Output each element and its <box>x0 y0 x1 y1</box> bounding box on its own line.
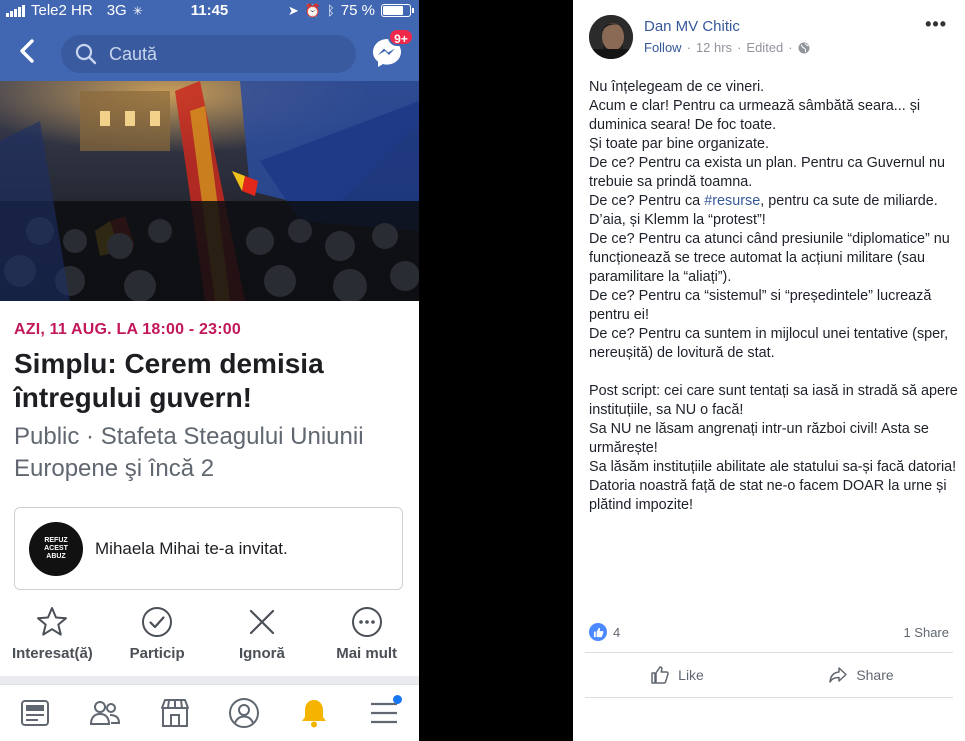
author-photo <box>589 15 633 59</box>
post-line: Sa NU ne lăsam angrenați intr-un război … <box>589 421 933 456</box>
like-reaction-icon <box>589 623 607 641</box>
more-label: Mai mult <box>336 645 398 662</box>
search-input[interactable]: Caută <box>61 35 356 73</box>
invitation-text: Mihaela Mihai te-a invitat. <box>95 538 288 558</box>
close-icon <box>249 609 274 635</box>
thumbs-up-icon <box>651 666 669 684</box>
like-count: 4 <box>613 624 621 640</box>
post-options-button[interactable]: ••• <box>925 14 947 35</box>
post-line: Datoria noastră față de stat ne-o facem … <box>589 478 951 513</box>
globe-icon <box>798 42 810 53</box>
reaction-summary[interactable]: 4 <box>589 623 620 641</box>
share-label: Share <box>856 667 894 683</box>
battery-icon <box>381 4 414 17</box>
meta-separator: · <box>737 40 742 55</box>
interested-button[interactable]: Interesat(ă) <box>0 605 105 665</box>
post-meta: Follow · 12 hrs · Edited · <box>644 40 810 55</box>
divider <box>585 697 953 698</box>
share-arrow-icon <box>829 667 848 683</box>
screenshot-composite: Tele2 HR 3G ✳ 11:45 ➤ ⏰ ᛒ 75 % Caută 9+ … <box>0 0 965 741</box>
event-date: AZI, 11 AUG. LA 18:00 - 23:00 <box>14 321 241 338</box>
profile-icon <box>229 698 260 728</box>
top-navigation-bar: Caută 9+ <box>0 22 419 81</box>
author-avatar[interactable] <box>589 15 633 59</box>
news-feed-icon <box>20 700 49 726</box>
invitation-card[interactable]: REFUZ ACEST ABUZ Mihaela Mihai te-a invi… <box>14 507 403 590</box>
like-button[interactable]: Like <box>585 653 769 697</box>
author-name[interactable]: Dan MV Chitic <box>644 18 740 35</box>
back-button[interactable] <box>14 37 42 65</box>
ignore-button[interactable]: Ignoră <box>210 605 315 665</box>
follow-link[interactable]: Follow <box>644 40 682 55</box>
going-label: Particip <box>129 645 185 662</box>
post-line: De ce? Pentru ca atunci când presiunile … <box>589 231 954 285</box>
tab-news-feed[interactable] <box>15 693 55 733</box>
bottom-tab-bar <box>0 684 419 741</box>
tab-marketplace[interactable] <box>155 693 195 733</box>
more-dots-icon: ••• <box>925 14 947 34</box>
post-blank-line <box>589 363 959 382</box>
post-time[interactable]: 12 hrs <box>696 40 732 55</box>
post-line: Sa lăsăm instituțiile abilitate ale stat… <box>589 459 957 475</box>
notifications-bell-icon <box>302 700 327 728</box>
tab-menu[interactable] <box>364 693 404 733</box>
protest-crowd-image <box>0 81 419 301</box>
battery-percent: 75 % <box>340 2 375 19</box>
star-icon <box>37 607 68 636</box>
ignore-label: Ignoră <box>238 645 285 662</box>
interested-label: Interesat(ă) <box>11 645 93 662</box>
search-placeholder: Caută <box>109 43 158 64</box>
mobile-event-screen: Tele2 HR 3G ✳ 11:45 ➤ ⏰ ᛒ 75 % Caută 9+ … <box>0 0 419 741</box>
chevron-left-icon <box>20 39 34 63</box>
more-circle-icon <box>351 607 382 637</box>
more-button[interactable]: Mai mult <box>314 605 419 665</box>
inviter-avatar: REFUZ ACEST ABUZ <box>29 521 83 576</box>
bluetooth-icon: ᛒ <box>326 3 335 18</box>
location-arrow-icon: ➤ <box>287 2 299 18</box>
post-line: Post script: cei care sunt tentați sa ia… <box>589 383 962 418</box>
like-label: Like <box>678 667 704 683</box>
event-hosts[interactable]: Public · Stafeta Steagului Uniunii Europ… <box>14 421 405 485</box>
event-action-row: Interesat(ă) Particip Ignoră Mai mult <box>0 605 419 665</box>
messenger-badge: 9+ <box>388 28 414 46</box>
post-line: Și toate par bine organizate. <box>589 136 770 152</box>
search-icon <box>75 43 97 65</box>
inviter-avatar-text: REFUZ ACEST ABUZ <box>44 536 68 560</box>
post-line: De ce? Pentru ca exista un plan. Pentru … <box>589 155 949 190</box>
post-line: De ce? Pentru ca #resurse, pentru ca sut… <box>589 192 959 230</box>
post-action-bar: Like Share <box>585 653 953 697</box>
meta-separator: · <box>686 40 691 55</box>
edited-label[interactable]: Edited <box>746 40 783 55</box>
event-title: Simplu: Cerem demisia întregului guvern! <box>14 348 324 413</box>
tab-friends[interactable] <box>85 693 125 733</box>
post-line: De ce? Pentru ca suntem in mijlocul unei… <box>589 326 953 361</box>
event-cover-photo[interactable] <box>0 81 419 301</box>
friends-icon <box>89 701 120 725</box>
hashtag-link[interactable]: #resurse <box>704 193 760 209</box>
facebook-post: Dan MV Chitic Follow · 12 hrs · Edited ·… <box>573 0 965 741</box>
event-details: AZI, 11 AUG. LA 18:00 - 23:00 Simplu: Ce… <box>0 301 419 485</box>
check-circle-icon <box>142 607 173 637</box>
post-text: Nu înțelegeam de ce vineri. Acum e clar!… <box>589 78 959 515</box>
going-button[interactable]: Particip <box>105 605 210 665</box>
section-divider <box>0 676 419 684</box>
menu-notification-dot <box>393 695 403 704</box>
share-count[interactable]: 1 Share <box>903 625 949 640</box>
post-line: Acum e clar! Pentru ca urmează sâmbătă s… <box>589 98 925 133</box>
tab-profile[interactable] <box>224 693 264 733</box>
alarm-icon: ⏰ <box>304 2 321 18</box>
status-bar: Tele2 HR 3G ✳ 11:45 ➤ ⏰ ᛒ 75 % <box>0 0 419 22</box>
post-line: De ce? Pentru ca “sistemul” si “președin… <box>589 288 936 323</box>
post-line-part: De ce? Pentru ca <box>589 193 705 209</box>
share-button[interactable]: Share <box>769 653 953 697</box>
meta-separator: · <box>788 40 793 55</box>
post-line: Nu înțelegeam de ce vineri. <box>589 79 765 95</box>
marketplace-icon <box>160 699 189 727</box>
tab-notifications[interactable] <box>294 693 334 733</box>
